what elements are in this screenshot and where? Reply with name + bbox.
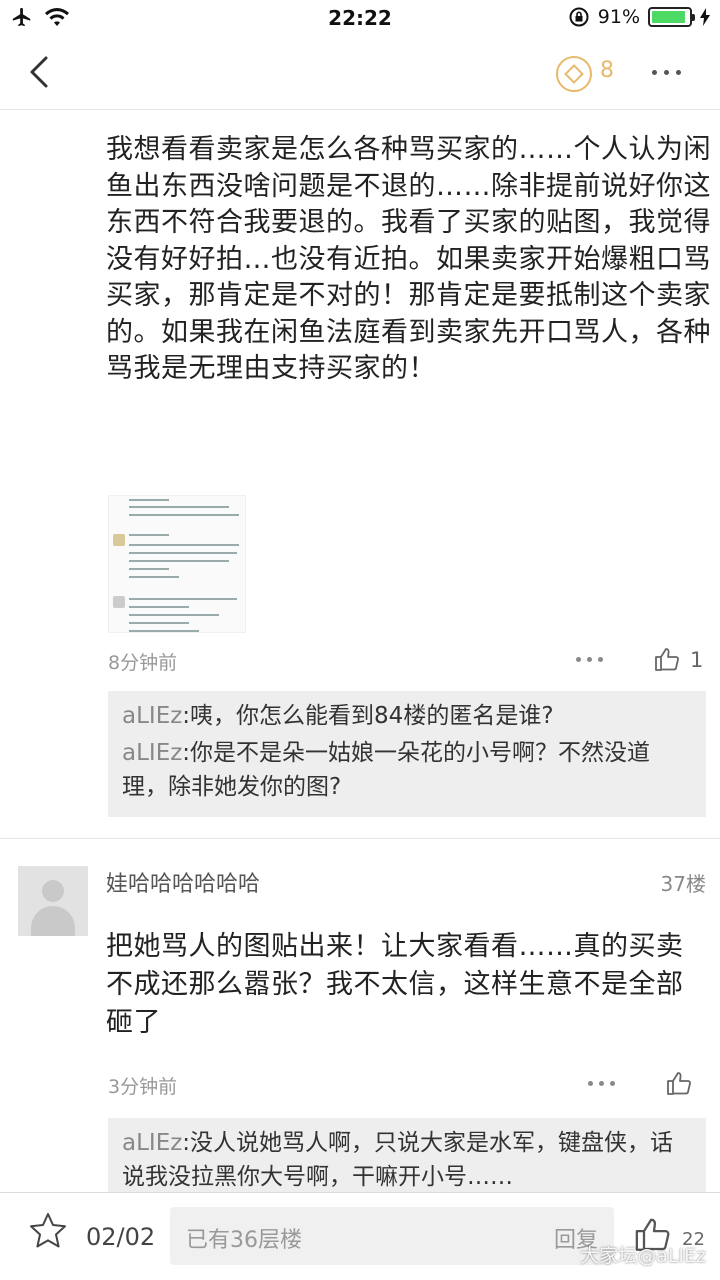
avatar[interactable] xyxy=(18,866,88,936)
reply-separator: : xyxy=(182,703,191,729)
divider xyxy=(0,838,720,839)
floor-number: 37楼 xyxy=(660,872,706,896)
bottom-bar: 02/02 已有36层楼 回复 22 大家坛@aLIEz xyxy=(0,1192,720,1280)
star-icon[interactable] xyxy=(28,1211,68,1251)
post-more-icon[interactable] xyxy=(576,657,603,662)
diamond-icon xyxy=(564,64,584,84)
status-right: 91% xyxy=(568,6,710,28)
floor-username[interactable]: 娃哈哈哈哈哈哈 xyxy=(106,866,260,898)
floor-more-icon[interactable] xyxy=(588,1081,615,1086)
sub-reply[interactable]: aLIEz:没人说她骂人啊，只说大家是水军，键盘侠，话说我没拉黑你大号啊，干嘛开… xyxy=(122,1126,692,1192)
floor-time: 3分钟前 xyxy=(108,1076,178,1098)
thumbs-up-icon[interactable] xyxy=(666,1070,694,1096)
reply-text: 你是不是朵一姑娘一朵花的小号啊？不然没道理，除非她发你的图? xyxy=(122,740,651,800)
status-bar: 22:22 91% xyxy=(0,0,720,36)
reply-text: 没人说她骂人啊，只说大家是水军，键盘侠，话说我没拉黑你大号啊，干嘛开小号…… xyxy=(122,1130,674,1190)
reply-username[interactable]: aLIEz xyxy=(122,703,182,729)
post-image-thumbnail[interactable] xyxy=(108,495,246,633)
battery-percent: 91% xyxy=(597,6,640,28)
reply-text: 咦，你怎么能看到84楼的匿名是谁? xyxy=(190,703,554,729)
coin-icon[interactable] xyxy=(556,56,592,92)
charging-icon xyxy=(700,8,710,26)
reply-username[interactable]: aLIEz xyxy=(122,1130,182,1156)
page-indicator[interactable]: 02/02 xyxy=(86,1223,155,1251)
reply-input[interactable]: 已有36层楼 回复 xyxy=(170,1207,614,1265)
reply-separator: : xyxy=(182,740,191,766)
post-like-count: 1 xyxy=(690,648,704,672)
reply-username[interactable]: aLIEz xyxy=(122,740,182,766)
rotation-lock-icon xyxy=(569,7,589,27)
more-menu-icon[interactable] xyxy=(652,70,681,75)
post-text: 我想看看卖家是怎么各种骂买家的……个人认为闲鱼出东西没啥问题是不退的……除非提前… xyxy=(106,134,711,384)
nav-bar: 8 xyxy=(0,36,720,110)
floor-text: 把她骂人的图贴出来！让大家看看……真的买卖不成还那么嚣张？我不太信，这样生意不是… xyxy=(106,931,684,1038)
sub-replies: aLIEz:没人说她骂人啊，只说大家是水军，键盘侠，话说我没拉黑你大号啊，干嘛开… xyxy=(108,1118,706,1192)
battery-icon xyxy=(648,7,695,27)
sub-replies: aLIEz:咦，你怎么能看到84楼的匿名是谁? aLIEz:你是不是朵一姑娘一朵… xyxy=(108,691,706,817)
thumbs-up-icon[interactable] xyxy=(654,646,682,672)
sub-reply[interactable]: aLIEz:你是不是朵一姑娘一朵花的小号啊？不然没道理，除非她发你的图? xyxy=(122,736,692,804)
coin-count: 8 xyxy=(600,58,614,83)
post-time: 8分钟前 xyxy=(108,652,178,674)
reply-placeholder: 已有36层楼 xyxy=(186,1228,302,1253)
watermark: 大家坛@aLIEz xyxy=(580,1245,706,1267)
battery-level xyxy=(652,11,685,23)
back-chevron-icon[interactable] xyxy=(22,52,62,92)
sub-reply[interactable]: aLIEz:咦，你怎么能看到84楼的匿名是谁? xyxy=(122,699,692,733)
reply-separator: : xyxy=(182,1130,191,1156)
